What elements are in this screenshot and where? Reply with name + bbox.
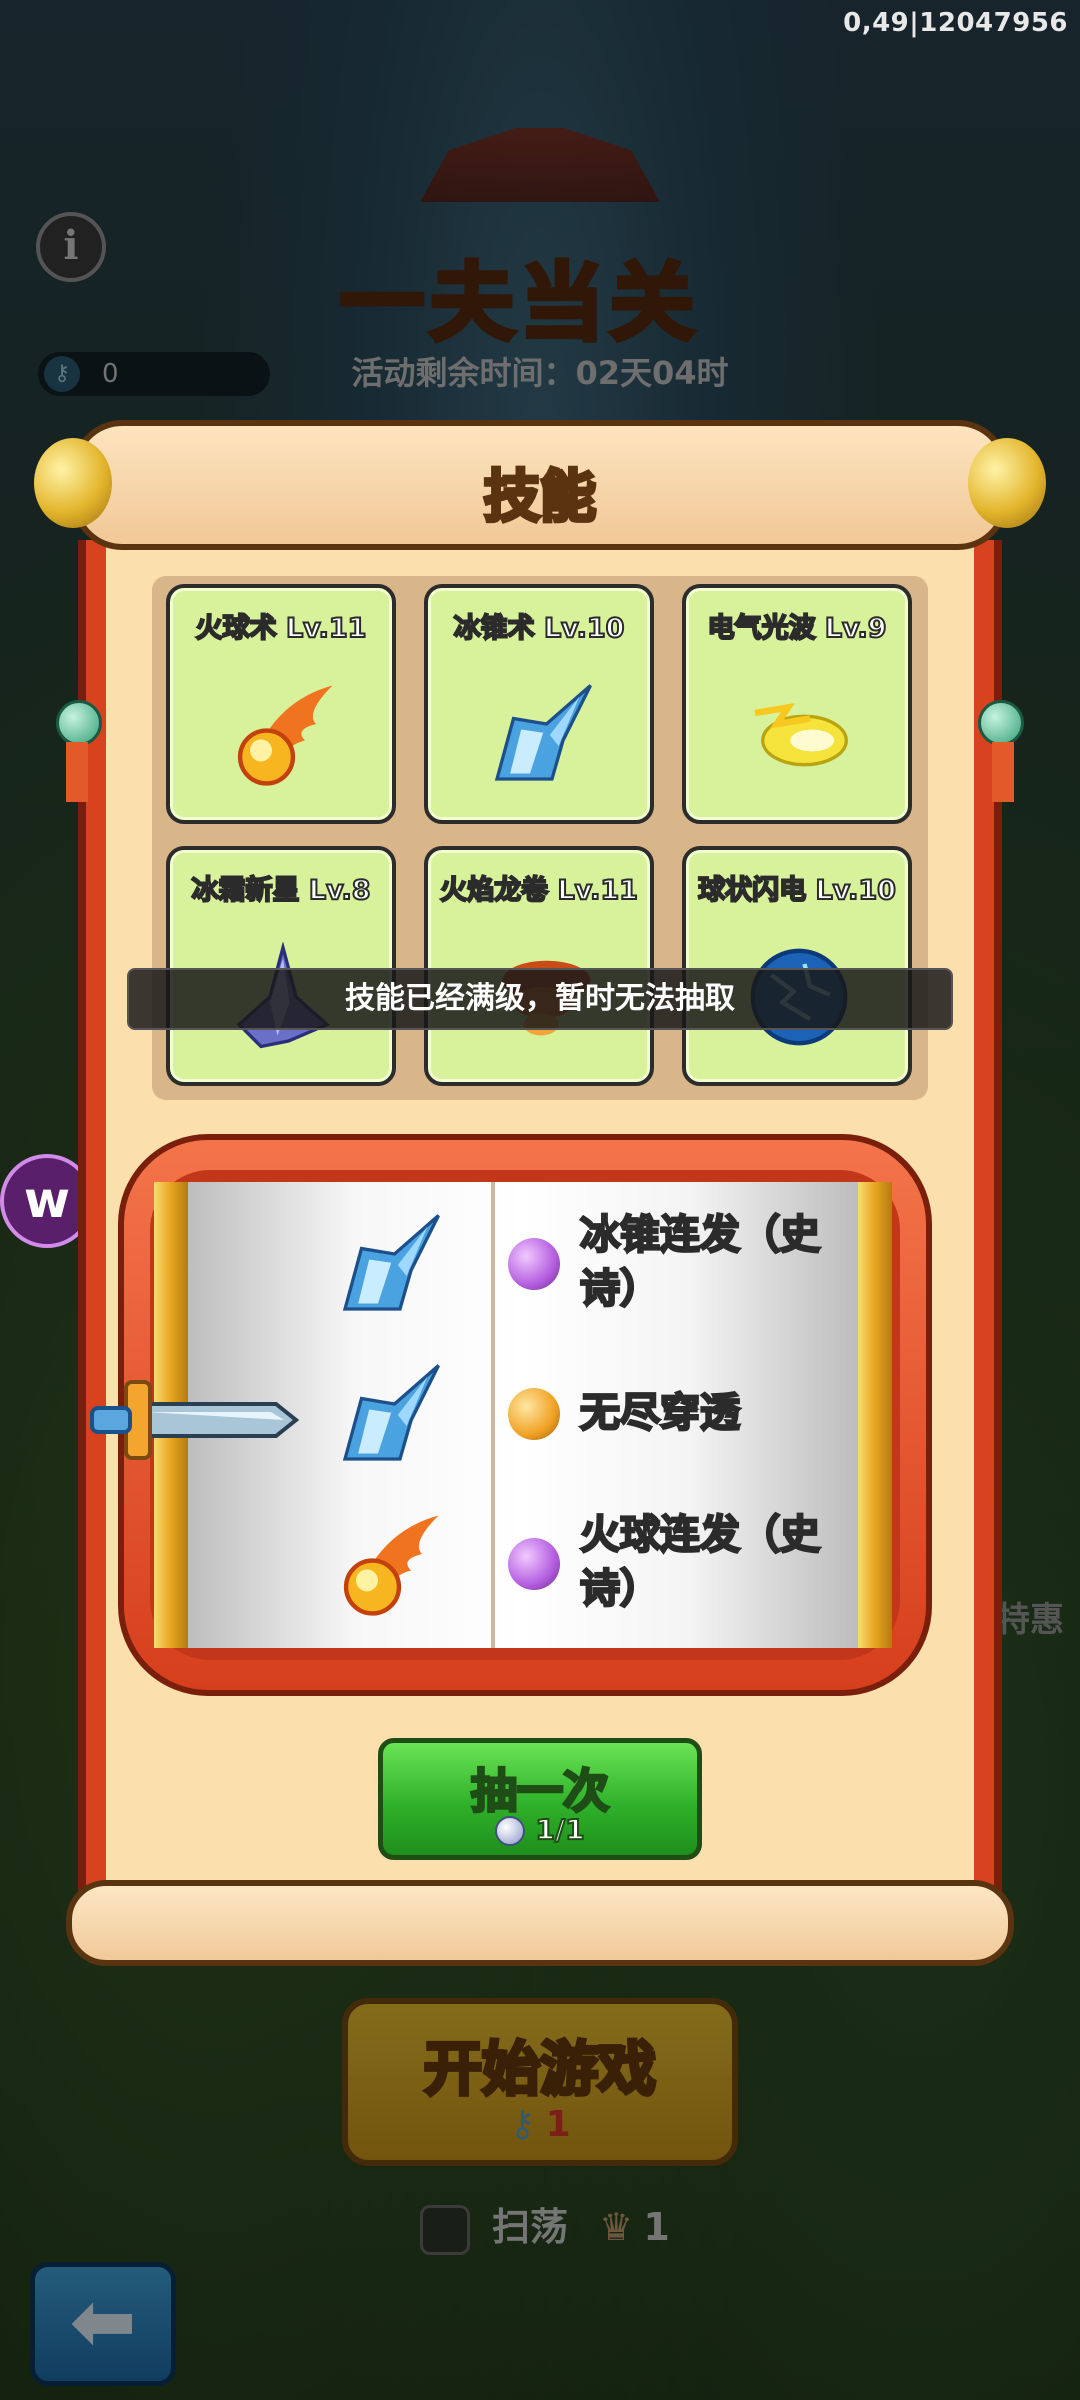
- ice-shard-icon: [342, 1364, 440, 1461]
- slot-rail-right: [858, 1182, 892, 1648]
- lightning-wave-icon: [754, 702, 848, 767]
- ice-shard-icon: [494, 684, 592, 781]
- skill-name: 火球术 Lv.11: [195, 612, 368, 645]
- skill-name: 火焰龙卷 Lv.11: [439, 874, 639, 907]
- skill-card[interactable]: 电气光波 Lv.9: [682, 584, 912, 824]
- ice-shard-icon: [342, 1214, 440, 1311]
- tassel-left: [66, 742, 88, 802]
- coin-icon: [495, 1816, 526, 1846]
- debug-info: 0,49|12047956: [843, 8, 1068, 38]
- draw-once-button[interactable]: 抽一次 1/1: [378, 1738, 702, 1860]
- skill-name: 冰霜新星 Lv.8: [190, 874, 371, 907]
- jade-bead-left: [56, 700, 102, 746]
- orange-gem-icon: [508, 1388, 560, 1440]
- draw-once-label: 抽一次: [470, 1763, 611, 1820]
- slot-item-label: 火球连发（史诗）: [579, 1511, 822, 1614]
- tassel-right: [992, 742, 1014, 802]
- purple-gem-icon: [508, 1538, 560, 1590]
- skill-name: 冰锥术 Lv.10: [453, 612, 626, 645]
- skill-card[interactable]: 球状闪电 Lv.10: [682, 846, 912, 1086]
- purple-gem-icon: [508, 1238, 560, 1290]
- skill-name: 电气光波 Lv.9: [706, 612, 887, 645]
- skill-card[interactable]: 火球术 Lv.11: [166, 584, 396, 824]
- skill-card[interactable]: 火焰龙卷 Lv.11: [424, 846, 654, 1086]
- draw-cost-value: 1/1: [534, 1812, 585, 1847]
- skill-card[interactable]: 冰霜新星 Lv.8: [166, 846, 396, 1086]
- slot-row: 火球连发（史诗）: [186, 1490, 858, 1640]
- scroll-bottom-roll: [66, 1880, 1014, 1966]
- draw-cost: 1/1: [383, 1812, 697, 1847]
- jade-bead-right: [978, 700, 1024, 746]
- slot-item-label: 冰锥连发（史诗）: [579, 1211, 822, 1314]
- max-level-toast: 技能已经满级，暂时无法抽取: [127, 968, 953, 1030]
- skill-card[interactable]: 冰锥术 Lv.10: [424, 584, 654, 824]
- slot-item-label: 无尽穿透: [579, 1389, 742, 1438]
- fireball-icon: [343, 1515, 439, 1616]
- skill-name: 球状闪电 Lv.10: [697, 874, 897, 907]
- fireball-icon: [237, 685, 333, 786]
- slot-row: 冰锥连发（史诗）: [186, 1190, 858, 1340]
- panel-title: 技能: [482, 463, 598, 532]
- sword-pointer-icon: [90, 1380, 300, 1460]
